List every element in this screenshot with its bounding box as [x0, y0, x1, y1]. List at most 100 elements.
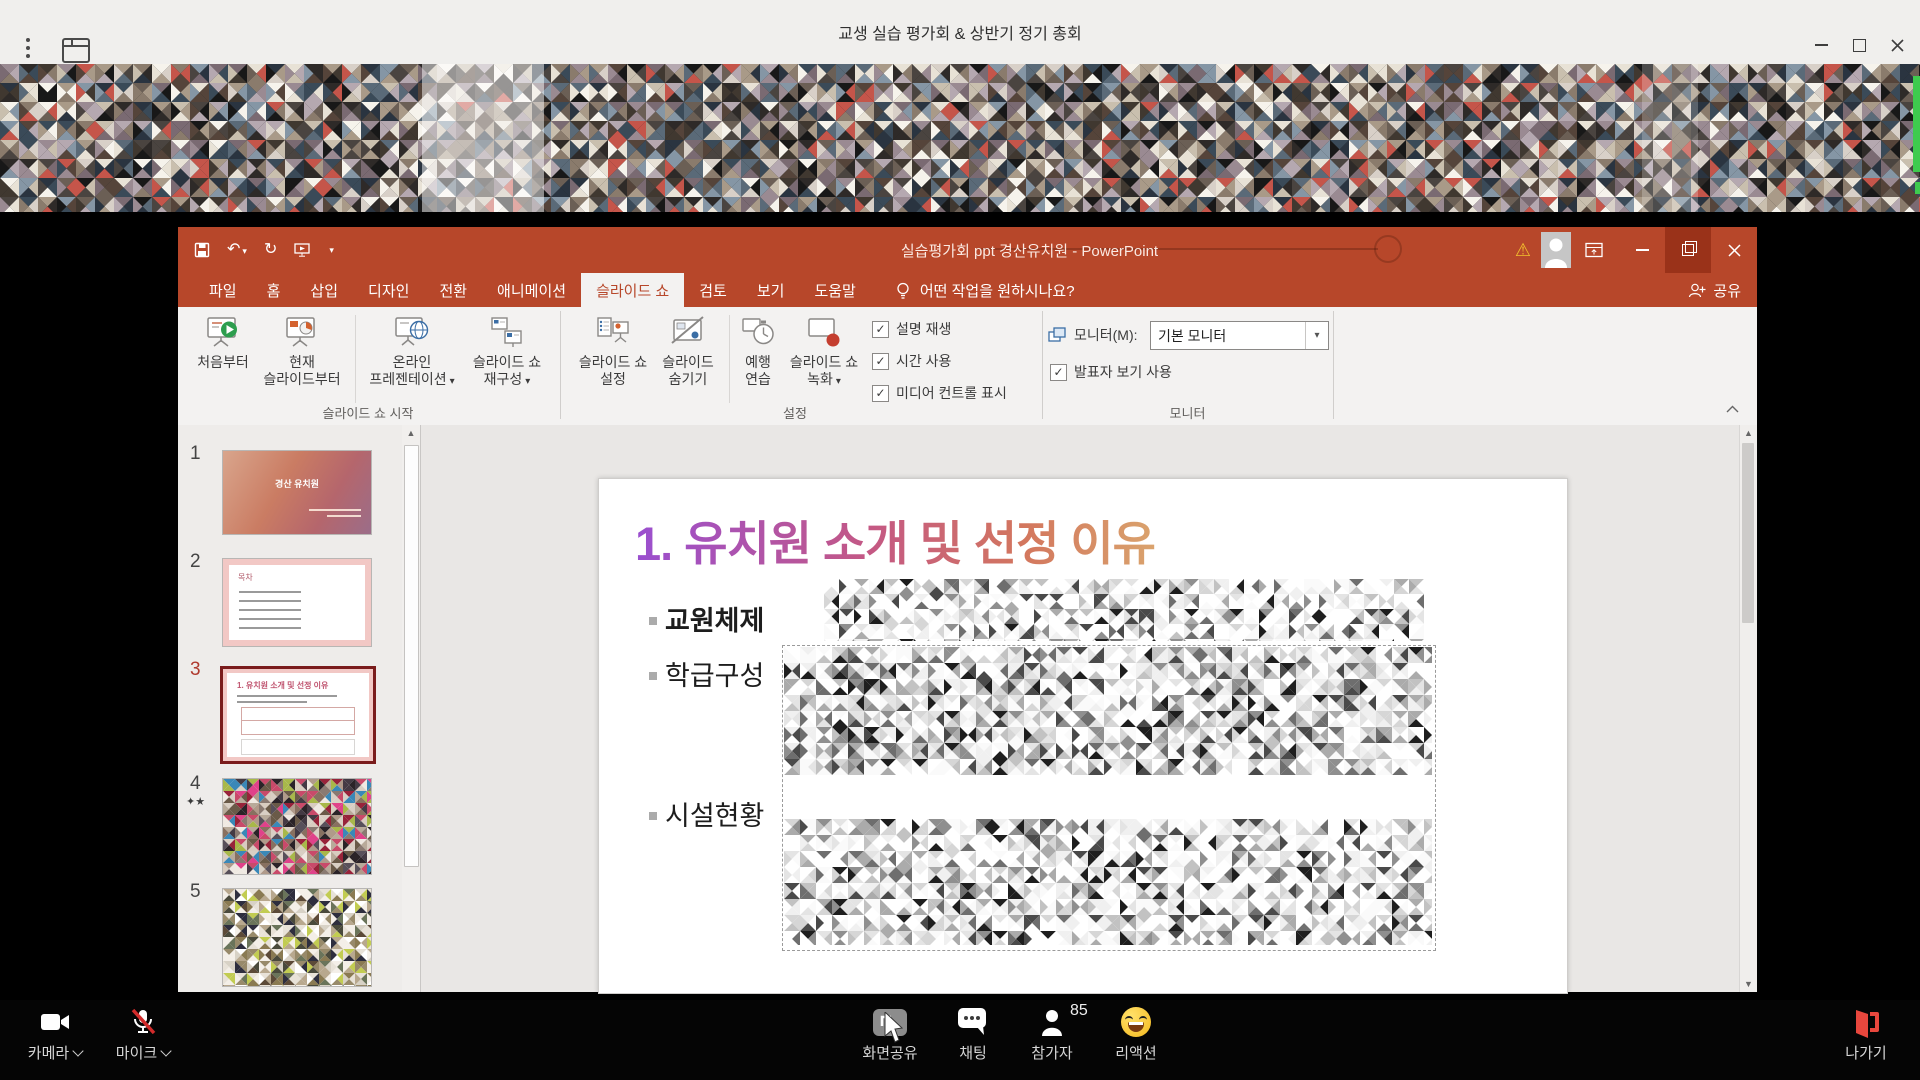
slide-thumbnail-1[interactable]: 경산 유치원 [222, 450, 372, 535]
ribbon-display-options-icon[interactable] [1585, 242, 1603, 258]
account-avatar[interactable] [1541, 232, 1571, 268]
checkbox-use-presenter-view[interactable]: 발표자 보기 사용 [1050, 362, 1172, 382]
slide-number: 1 [190, 443, 201, 465]
participants-button[interactable]: 85 참가자 [1004, 1004, 1100, 1063]
tab-file[interactable]: 파일 [194, 273, 252, 307]
tab-insert[interactable]: 삽입 [295, 273, 353, 307]
leave-door-icon [1851, 1006, 1881, 1038]
bullet-square [649, 812, 657, 820]
dropdown-arrow[interactable] [1305, 322, 1328, 349]
chevron-down-icon[interactable] [73, 1045, 84, 1056]
tab-design[interactable]: 디자인 [353, 273, 424, 307]
tab-slideshow[interactable]: 슬라이드 쇼 [581, 273, 684, 307]
bright-video-tile [1642, 64, 1698, 212]
tab-review[interactable]: 검토 [684, 273, 742, 307]
scroll-down-arrow[interactable]: ▼ [1740, 979, 1757, 989]
ppt-restore-button[interactable] [1665, 227, 1711, 273]
scroll-up-arrow[interactable]: ▲ [1740, 428, 1757, 438]
mic-button-muted[interactable]: 마이크 [95, 1004, 191, 1063]
group-label-monitors: 모니터 [1042, 403, 1333, 422]
censored-video-mosaic [0, 64, 1920, 212]
checkbox-show-media-controls[interactable]: 미디어 컨트롤 표시 [872, 383, 1007, 403]
slide-thumbnail-2[interactable]: 목차 [222, 558, 372, 647]
from-beginning-button[interactable]: 처음부터 [184, 314, 262, 371]
tab-animations[interactable]: 애니메이션 [482, 273, 581, 307]
set-up-slideshow-icon [593, 314, 633, 352]
checkbox-icon [872, 321, 889, 338]
slide-thumbnail-5[interactable] [222, 888, 372, 987]
thumbnail-scrollbar[interactable]: ▲ [402, 425, 420, 992]
leave-button[interactable]: 나가기 [1818, 1004, 1914, 1063]
ppt-minimize-button[interactable] [1619, 227, 1665, 273]
reactions-button[interactable]: 리액션 [1088, 1004, 1184, 1063]
screen-edge-artifact [1915, 182, 1920, 194]
censored-content-mosaic [784, 819, 1432, 945]
monitor-select[interactable]: 기본 모니터 [1150, 321, 1329, 350]
tell-me-search[interactable]: 어떤 작업을 원하시나요? [895, 273, 1075, 307]
participant-video-strip[interactable] [0, 64, 1920, 212]
bullet-square [649, 672, 657, 680]
checkbox-use-timings[interactable]: 시간 사용 [872, 351, 951, 371]
censored-thumbnail-mosaic [223, 779, 371, 874]
scrollbar-thumb[interactable] [404, 445, 419, 867]
rehearse-timings-icon [738, 314, 778, 352]
from-current-slide-button[interactable]: 현재슬라이드부터 [254, 314, 350, 388]
restore-window-button[interactable] [1842, 30, 1876, 60]
thumb3-title: 1. 유치원 소개 및 선정 이유 [237, 680, 328, 691]
scroll-up-arrow[interactable]: ▲ [402, 428, 420, 438]
record-slideshow-icon [804, 314, 844, 352]
tab-help[interactable]: 도움말 [799, 273, 870, 307]
chevron-down-icon[interactable] [161, 1045, 172, 1056]
slide-area-scrollbar[interactable]: ▲ ▼ [1739, 425, 1757, 992]
monitor-field-label: 모니터(M): [1048, 325, 1138, 345]
lightbulb-icon [895, 282, 911, 299]
share-button[interactable]: 공유 [1688, 273, 1741, 307]
ppt-titlebar: ↶▾ ↻ ▾ 실습평가회 ppt 경산유치원 - PowerPoint ⚠ [178, 227, 1757, 273]
checkbox-icon [872, 353, 889, 370]
slide-canvas-area: 1. 유치원 소개 및 선정 이유 교원체제 학급구성 시설현황 [421, 425, 1740, 992]
meeting-titlebar: 교생 실습 평가회 & 상반기 정기 총회 [0, 0, 1920, 64]
ribbon-tabs: 파일 홈 삽입 디자인 전환 애니메이션 슬라이드 쇼 검토 보기 도움말 어떤… [178, 273, 1757, 307]
minimize-window-button[interactable] [1804, 30, 1838, 60]
ppt-close-button[interactable] [1711, 227, 1757, 273]
tab-transitions[interactable]: 전환 [424, 273, 482, 307]
present-online-icon [392, 314, 432, 352]
thumb-text-line [327, 515, 361, 517]
collapse-ribbon-button[interactable] [1726, 405, 1739, 413]
thumb2-title: 목차 [238, 572, 253, 583]
record-slideshow-button[interactable]: 슬라이드 쇼녹화 [780, 314, 868, 390]
close-window-button[interactable] [1880, 30, 1914, 60]
screen-edge-artifact [1913, 76, 1920, 172]
hide-slide-button[interactable]: 슬라이드숨기기 [646, 314, 730, 388]
checkbox-play-narrations[interactable]: 설명 재생 [872, 319, 951, 339]
thumb-text-line [237, 695, 337, 697]
meeting-toolbar: 카메라 마이크 화면공유 [0, 1000, 1920, 1080]
current-slide[interactable]: 1. 유치원 소개 및 선정 이유 교원체제 학급구성 시설현황 [598, 478, 1568, 994]
censored-content-mosaic [784, 647, 1432, 775]
slide-thumbnail-4[interactable] [222, 778, 372, 875]
tab-view[interactable]: 보기 [742, 273, 800, 307]
slide-number: 5 [190, 881, 201, 903]
share-person-icon [1688, 282, 1706, 298]
censored-content-mosaic [824, 579, 1424, 641]
bright-video-tile [422, 64, 544, 212]
tab-home[interactable]: 홈 [252, 273, 296, 307]
scrollbar-thumb[interactable] [1742, 443, 1754, 623]
group-label-start-slideshow: 슬라이드 쇼 시작 [178, 403, 558, 422]
from-beginning-icon [203, 314, 243, 352]
custom-slideshow-button[interactable]: 슬라이드 쇼재구성 [459, 314, 555, 390]
thumb-text-lines [239, 591, 301, 633]
rehearse-timings-button[interactable]: 예행연습 [734, 314, 782, 388]
slide-number: 4 [190, 773, 201, 795]
camera-button[interactable]: 카메라 [7, 1004, 103, 1063]
group-label-setup: 설정 [560, 403, 1030, 422]
slide-thumbnail-3-selected[interactable]: 1. 유치원 소개 및 선정 이유 [220, 666, 376, 764]
present-online-button[interactable]: 온라인프레젠테이션 [362, 314, 462, 390]
camera-icon [40, 1011, 70, 1033]
thumb-table [241, 739, 355, 755]
meeting-title: 교생 실습 평가회 & 상반기 정기 총회 [0, 0, 1920, 64]
custom-slideshow-icon [487, 314, 527, 352]
warning-icon[interactable]: ⚠ [1515, 240, 1531, 261]
thumb1-title: 경산 유치원 [223, 477, 371, 490]
slide-bullet-3: 시설현황 [665, 794, 764, 833]
